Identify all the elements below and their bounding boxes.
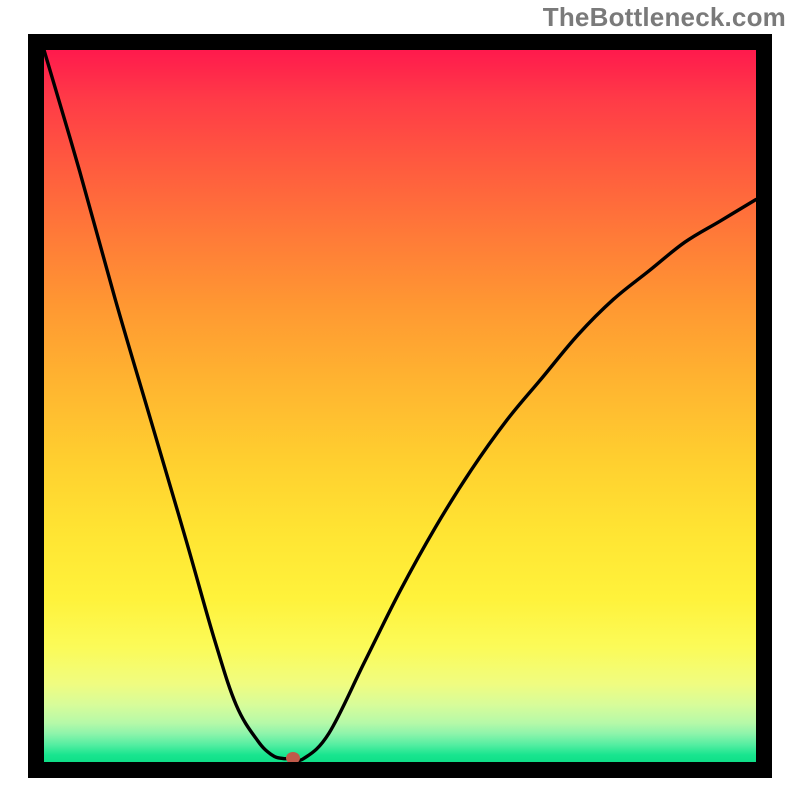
chart-plot-area: [44, 50, 756, 762]
optimum-marker: [286, 752, 300, 762]
curve-path: [44, 50, 756, 760]
page-root: TheBottleneck.com: [0, 0, 800, 800]
bottleneck-curve: [44, 50, 756, 762]
watermark-text: TheBottleneck.com: [543, 2, 786, 33]
